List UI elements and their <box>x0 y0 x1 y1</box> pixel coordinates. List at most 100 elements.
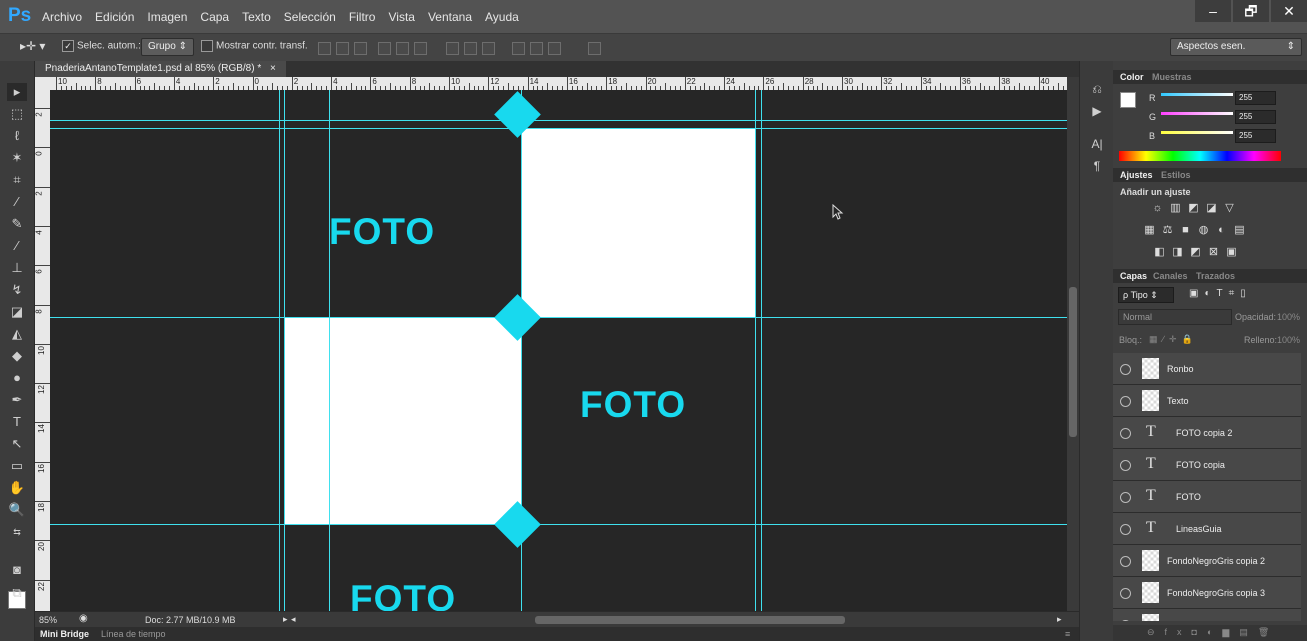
red-value-field[interactable]: 255 <box>1235 91 1276 105</box>
layer-row[interactable]: Texto <box>1113 385 1301 417</box>
scroll-right-icon[interactable]: ▸ <box>1057 614 1062 625</box>
layer-filter-select[interactable]: ρ Tipo ⇕ <box>1118 287 1174 303</box>
blur-tool-icon[interactable]: ◆ <box>7 347 27 365</box>
color-spectrum-bar[interactable] <box>1119 151 1281 161</box>
visibility-eye-icon[interactable] <box>1120 428 1131 439</box>
green-value-field[interactable]: 255 <box>1235 110 1276 124</box>
auto-select-checkbox[interactable]: ✓ Selec. autom.: <box>62 40 141 52</box>
visibility-eye-icon[interactable] <box>1120 588 1131 599</box>
tab-mini-bridge[interactable]: Mini Bridge <box>40 629 89 639</box>
invert-icon[interactable]: ◧ <box>1153 247 1166 258</box>
doc-size-info[interactable]: Doc: 2.77 MB/10.9 MB <box>145 615 236 625</box>
document-tab[interactable]: PnaderiaAntanoTemplate1.psd al 85% (RGB/… <box>35 61 286 77</box>
path-selection-tool-icon[interactable]: ↖ <box>7 435 27 453</box>
guide-line[interactable] <box>50 128 1067 129</box>
visibility-eye-icon[interactable] <box>1120 460 1131 471</box>
zoom-level[interactable]: 85% <box>39 615 57 625</box>
align-top-icon[interactable] <box>318 42 331 55</box>
guide-line[interactable] <box>755 90 756 611</box>
visibility-eye-icon[interactable] <box>1120 620 1131 621</box>
menu-item-capa[interactable]: Capa <box>200 10 229 24</box>
distribute-hcenter-icon[interactable] <box>530 42 543 55</box>
tab-color[interactable]: Color <box>1120 72 1144 82</box>
layer-row[interactable]: T FOTO <box>1113 481 1301 513</box>
menu-item-vista[interactable]: Vista <box>388 10 414 24</box>
quick-mask-icon[interactable]: ◙ <box>7 561 27 579</box>
magic-wand-tool-icon[interactable]: ✶ <box>7 149 27 167</box>
tab-channels[interactable]: Canales <box>1153 271 1188 281</box>
status-menu-arrow-icon[interactable]: ▸ <box>283 614 288 625</box>
vibrance-icon[interactable]: ▽ <box>1223 203 1236 214</box>
threshold-icon[interactable]: ◩ <box>1189 247 1202 258</box>
layer-row[interactable]: T FOTO copia 2 <box>1113 417 1301 449</box>
paint-bucket-tool-icon[interactable]: ◭ <box>7 325 27 343</box>
color-lookup-icon[interactable]: ▤ <box>1233 225 1246 236</box>
photo-filter-icon[interactable]: ◍ <box>1197 225 1210 236</box>
panel-menu-icon[interactable]: ≡ <box>1065 629 1070 639</box>
blend-mode-select[interactable]: Normal <box>1118 309 1232 325</box>
color-balance-icon[interactable]: ⚖ <box>1161 225 1174 236</box>
visibility-eye-icon[interactable] <box>1120 492 1131 503</box>
minimize-button[interactable]: – <box>1195 0 1231 22</box>
foto-text-1[interactable]: FOTO <box>329 211 435 253</box>
visibility-eye-icon[interactable] <box>1120 396 1131 407</box>
blue-slider[interactable] <box>1161 131 1233 134</box>
blue-value-field[interactable]: 255 <box>1235 129 1276 143</box>
fill-value[interactable]: 100% <box>1277 335 1300 345</box>
scroll-left-icon[interactable]: ◂ <box>291 614 296 625</box>
black-white-icon[interactable]: ■ <box>1179 225 1192 236</box>
photo-placeholder-1[interactable] <box>521 128 755 317</box>
foto-text-3[interactable]: FOTO <box>350 578 456 611</box>
selective-color-icon[interactable]: ⊠ <box>1207 247 1220 258</box>
guide-line[interactable] <box>329 90 330 611</box>
paragraph-panel-icon[interactable]: ¶ <box>1089 158 1105 174</box>
distribute-right-icon[interactable] <box>548 42 561 55</box>
vertical-ruler[interactable]: 2024681012141618202224 <box>35 90 51 611</box>
levels-icon[interactable]: ▥ <box>1169 203 1182 214</box>
healing-brush-tool-icon[interactable]: ✎ <box>7 215 27 233</box>
distribute-top-icon[interactable] <box>446 42 459 55</box>
align-vcenter-icon[interactable] <box>336 42 349 55</box>
align-bottom-icon[interactable] <box>354 42 367 55</box>
tab-layers[interactable]: Capas <box>1120 271 1147 281</box>
visibility-eye-icon[interactable] <box>1120 524 1131 535</box>
layer-row[interactable]: FondoNegroGris copia <box>1113 609 1301 621</box>
rectangle-tool-icon[interactable]: ▭ <box>7 457 27 475</box>
auto-align-icon[interactable] <box>588 42 601 55</box>
distribute-left-icon[interactable] <box>512 42 525 55</box>
align-hcenter-icon[interactable] <box>396 42 409 55</box>
layer-filter-icons[interactable]: ▣◐T⌗▯ <box>1189 288 1252 299</box>
status-info-icon[interactable]: ◉ <box>79 613 88 624</box>
actions-panel-icon[interactable]: ▶ <box>1089 103 1105 119</box>
move-tool-preset-icon[interactable]: ▸✛ ▾ <box>20 39 45 53</box>
photo-placeholder-2[interactable] <box>284 317 521 524</box>
menu-item-ayuda[interactable]: Ayuda <box>485 10 519 24</box>
tab-styles[interactable]: Estilos <box>1161 170 1191 180</box>
layer-row[interactable]: Ronbo <box>1113 353 1301 385</box>
history-brush-tool-icon[interactable]: ↯ <box>7 281 27 299</box>
color-fg-swatch[interactable] <box>1120 92 1136 108</box>
marquee-tool-icon[interactable]: ⬚ <box>7 105 27 123</box>
layer-row[interactable]: T LineasGuia <box>1113 513 1301 545</box>
layer-row[interactable]: T FOTO copia <box>1113 449 1301 481</box>
layer-row[interactable]: FondoNegroGris copia 3 <box>1113 577 1301 609</box>
menu-item-ventana[interactable]: Ventana <box>428 10 472 24</box>
channel-mixer-icon[interactable]: ◐ <box>1215 225 1228 236</box>
lock-icons[interactable]: ▦∕✛🔒 <box>1149 334 1198 345</box>
tab-adjustments[interactable]: Ajustes <box>1120 170 1153 180</box>
align-left-icon[interactable] <box>378 42 391 55</box>
brush-tool-icon[interactable]: ∕ <box>7 237 27 255</box>
vertical-scrollbar[interactable] <box>1067 77 1079 611</box>
screen-mode-icon[interactable]: ⧉ <box>7 584 27 602</box>
eyedropper-tool-icon[interactable]: ⁄ <box>7 193 27 211</box>
menu-item-texto[interactable]: Texto <box>242 10 271 24</box>
zoom-tool-icon[interactable]: 🔍 <box>7 501 27 519</box>
menu-item-edicion[interactable]: Edición <box>95 10 134 24</box>
foto-text-2[interactable]: FOTO <box>580 384 686 426</box>
vertical-scroll-thumb[interactable] <box>1069 287 1077 437</box>
opacity-value[interactable]: 100% <box>1277 312 1300 322</box>
red-slider[interactable] <box>1161 93 1233 96</box>
eraser-tool-icon[interactable]: ◪ <box>7 303 27 321</box>
menu-item-filtro[interactable]: Filtro <box>349 10 376 24</box>
crop-tool-icon[interactable]: ⌗ <box>7 171 27 189</box>
